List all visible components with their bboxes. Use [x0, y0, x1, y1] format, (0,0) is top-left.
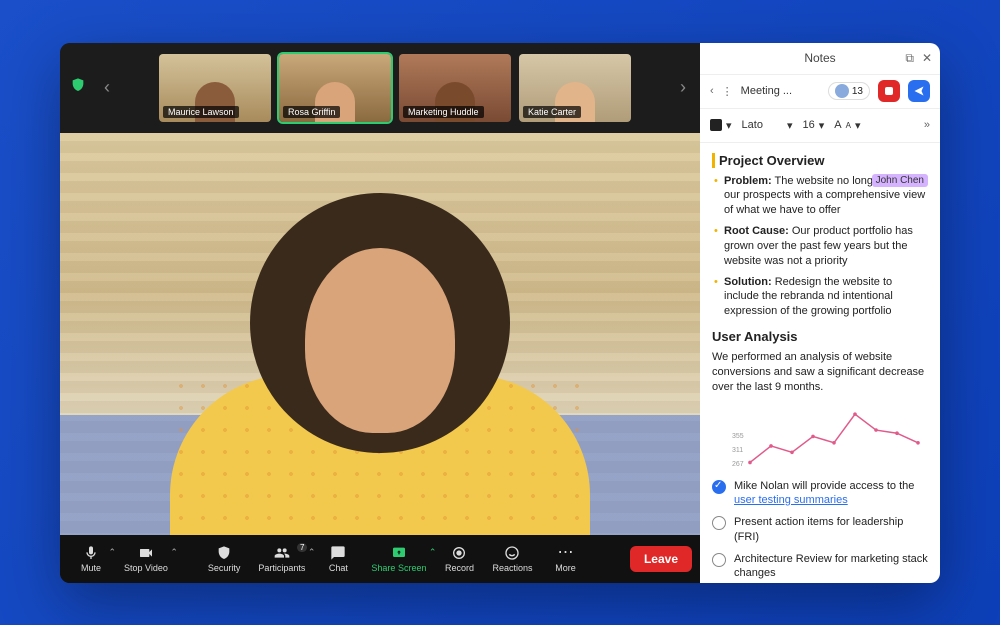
svg-text:311: 311 — [732, 446, 743, 453]
leave-button[interactable]: Leave — [630, 546, 692, 572]
chevron-down-icon: ▾ — [819, 119, 825, 132]
share-note-icon[interactable] — [908, 80, 930, 102]
chevron-up-icon[interactable]: ⌃ — [170, 547, 178, 558]
notes-panel: Notes ⧉ ✕ ‹ ⋮ Meeting ... 13 ▾ Lato▾ — [700, 43, 940, 583]
notes-body[interactable]: Project Overview Problem: The website no… — [700, 143, 940, 583]
font-picker[interactable]: Lato▾ — [742, 119, 793, 132]
app-window: ‹ Maurice Lawson Rosa Griffin Marketing … — [60, 43, 940, 583]
task-item[interactable]: Mike Nolan will provide access to the us… — [712, 479, 928, 508]
notes-format-row: ▾ Lato▾ 16▾ AA▾ » — [700, 109, 940, 143]
chevron-down-icon: ▾ — [726, 119, 732, 132]
analysis-text: We performed an analysis of website conv… — [712, 350, 928, 395]
notes-title: Notes — [804, 51, 835, 65]
back-icon[interactable]: ‹ — [710, 85, 714, 97]
task-list: Mike Nolan will provide access to the us… — [712, 479, 928, 581]
conversion-chart: 267 311 355 — [712, 403, 928, 473]
participants-button[interactable]: 7 ⌃ Participants — [250, 541, 313, 577]
close-icon[interactable]: ✕ — [922, 51, 932, 66]
gallery-strip: ‹ Maurice Lawson Rosa Griffin Marketing … — [60, 43, 700, 133]
security-button[interactable]: Security — [200, 541, 249, 577]
thumb-label: Marketing Huddle — [403, 106, 484, 118]
popout-icon[interactable]: ⧉ — [905, 51, 914, 66]
heading-overview: Project Overview — [712, 153, 928, 168]
color-picker[interactable]: ▾ — [710, 119, 732, 132]
participant-chip[interactable]: 13 — [828, 82, 870, 100]
record-button[interactable]: Record — [436, 541, 482, 577]
heading-analysis: User Analysis — [712, 329, 928, 344]
record-indicator-icon[interactable] — [878, 80, 900, 102]
share-screen-button[interactable]: ⌃ Share Screen — [363, 541, 434, 577]
bullet-solution: Solution: Redesign the website to includ… — [712, 275, 928, 320]
participants-count: 7 — [297, 543, 307, 552]
overflow-icon[interactable]: » — [924, 119, 930, 131]
reactions-button[interactable]: Reactions — [484, 541, 540, 577]
thumb-label: Rosa Griffin — [283, 106, 340, 118]
chevron-up-icon[interactable]: ⌃ — [108, 547, 116, 558]
thumb-rosa[interactable]: Rosa Griffin — [279, 54, 391, 122]
more-button[interactable]: ⋯ More — [543, 541, 589, 577]
checkbox-icon[interactable] — [712, 480, 726, 494]
encryption-shield-icon[interactable] — [70, 77, 86, 98]
svg-text:267: 267 — [732, 460, 744, 467]
text-case-button[interactable]: AA▾ — [834, 119, 860, 132]
active-speaker-video — [60, 133, 700, 535]
stop-video-button[interactable]: ⌃ Stop Video — [116, 541, 176, 577]
bullet-root-cause: Root Cause: Our product portfolio has gr… — [712, 224, 928, 269]
mute-button[interactable]: ⌃ Mute — [68, 541, 114, 577]
kebab-icon[interactable]: ⋮ — [722, 85, 733, 98]
thumb-label: Maurice Lawson — [163, 106, 239, 118]
chat-button[interactable]: Chat — [315, 541, 361, 577]
thumb-marketing[interactable]: Marketing Huddle — [399, 54, 511, 122]
checkbox-icon[interactable] — [712, 516, 726, 530]
breadcrumb[interactable]: Meeting ... — [741, 85, 820, 97]
task-item[interactable]: Present action items for leadership (FRI… — [712, 515, 928, 544]
thumb-label: Katie Carter — [523, 106, 581, 118]
bullet-problem: Problem: The website no longer provides … — [712, 174, 928, 219]
link-user-testing[interactable]: user testing summaries — [734, 494, 848, 506]
size-picker[interactable]: 16▾ — [802, 119, 824, 132]
presence-tag: John Chen — [872, 174, 928, 188]
chevron-down-icon: ▾ — [855, 119, 861, 132]
avatar — [835, 84, 849, 98]
gallery-prev-icon[interactable]: ‹ — [100, 77, 114, 98]
thumb-maurice[interactable]: Maurice Lawson — [159, 54, 271, 122]
chevron-down-icon: ▾ — [787, 119, 793, 132]
thumb-katie[interactable]: Katie Carter — [519, 54, 631, 122]
notes-nav-row: ‹ ⋮ Meeting ... 13 — [700, 75, 940, 109]
task-item[interactable]: Architecture Review for marketing stack … — [712, 552, 928, 581]
video-column: ‹ Maurice Lawson Rosa Griffin Marketing … — [60, 43, 700, 583]
notes-header: Notes ⧉ ✕ — [700, 43, 940, 75]
chevron-up-icon[interactable]: ⌃ — [308, 547, 316, 558]
meeting-toolbar: ⌃ Mute ⌃ Stop Video Security 7 ⌃ Partici… — [60, 535, 700, 583]
gallery-thumbs: Maurice Lawson Rosa Griffin Marketing Hu… — [122, 54, 668, 122]
gallery-next-icon[interactable]: › — [676, 77, 690, 98]
chevron-up-icon[interactable]: ⌃ — [429, 547, 437, 558]
svg-text:355: 355 — [732, 432, 744, 439]
checkbox-icon[interactable] — [712, 553, 726, 567]
